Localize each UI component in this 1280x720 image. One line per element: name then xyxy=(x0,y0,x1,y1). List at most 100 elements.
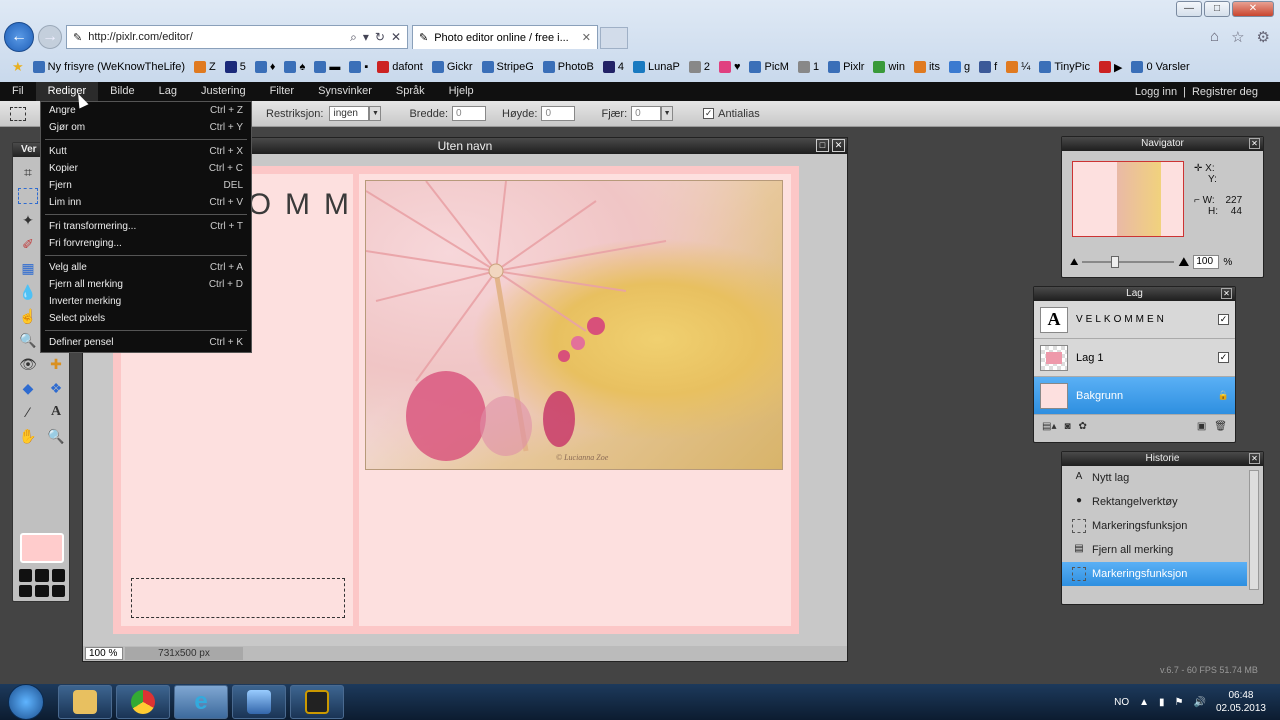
maximize-button[interactable]: □ xyxy=(1204,1,1230,17)
history-item[interactable]: Markeringsfunksjon xyxy=(1062,562,1247,586)
edit-menu-item[interactable]: Kopier Ctrl + C xyxy=(41,160,251,177)
zoom-input[interactable]: 100 % xyxy=(85,647,123,660)
gradient-tool-icon[interactable]: ▦ xyxy=(15,257,41,279)
zoom-slider-knob[interactable] xyxy=(1110,256,1119,268)
menu-justering[interactable]: Justering xyxy=(189,82,258,101)
history-item[interactable]: ● Rektangelverktøy xyxy=(1062,490,1247,514)
favorite-link[interactable]: StripeG xyxy=(481,61,534,73)
favorite-link[interactable]: TinyPic xyxy=(1039,61,1090,73)
stop-icon[interactable]: ✕ xyxy=(391,30,401,45)
navigator-close-icon[interactable]: ✕ xyxy=(1249,138,1260,149)
height-input[interactable]: 0 xyxy=(541,106,576,121)
layer-settings-icon[interactable]: ▤▴ xyxy=(1042,421,1056,432)
crop-tool-icon[interactable]: ⌗ xyxy=(15,161,41,183)
menu-sprak[interactable]: Språk xyxy=(384,82,437,101)
gear-icon[interactable]: ⚙ xyxy=(1257,28,1270,46)
home-icon[interactable]: ⌂ xyxy=(1210,28,1219,46)
favorite-link[interactable]: ♠ xyxy=(284,61,305,73)
navigator-titlebar[interactable]: Navigator ✕ xyxy=(1062,137,1263,151)
volume-icon[interactable]: 🔊 xyxy=(1193,697,1205,708)
back-button[interactable]: ← xyxy=(4,22,34,52)
tray-arrow-icon[interactable]: ▲ xyxy=(1139,697,1149,708)
address-bar[interactable]: ✎ http://pixlr.com/editor/ ⌕ ▾ ↻ ✕ xyxy=(66,25,408,49)
edit-menu-item[interactable]: Lim inn Ctrl + V xyxy=(41,194,251,211)
close-doc-icon[interactable]: ✕ xyxy=(832,139,845,152)
edit-menu-item[interactable]: Fjern DEL xyxy=(41,177,251,194)
tab-pixlr[interactable]: ✎ Photo editor online / free i... ✕ xyxy=(412,25,598,49)
favorite-link[interactable]: Pixlr xyxy=(828,61,864,73)
favorite-link[interactable]: ▬ xyxy=(314,61,340,73)
picker-tool-icon[interactable]: ⁄ xyxy=(15,401,41,423)
width-input[interactable]: 0 xyxy=(452,106,486,121)
maximize-doc-icon[interactable]: □ xyxy=(816,139,829,152)
favorite-link[interactable]: ♦ xyxy=(254,61,275,73)
close-tab-icon[interactable]: ✕ xyxy=(582,31,591,44)
favorite-link[interactable]: its xyxy=(913,61,940,73)
zoom-in-icon[interactable]: ⛰ xyxy=(1178,254,1189,270)
layer-mask-icon[interactable]: ◙ xyxy=(1064,421,1070,432)
delete-layer-icon[interactable]: 🗑 xyxy=(1214,421,1227,432)
marquee-tool-icon[interactable] xyxy=(10,106,26,121)
layers-close-icon[interactable]: ✕ xyxy=(1221,288,1232,299)
menu-filter[interactable]: Filter xyxy=(258,82,306,101)
favorite-link[interactable]: 2 xyxy=(688,61,710,73)
favorite-link[interactable]: Gickr xyxy=(431,61,473,73)
layer-row[interactable]: A VELKOMMEN ✓ xyxy=(1034,301,1235,339)
star-icon[interactable]: ☆ xyxy=(1231,28,1244,46)
menu-lag[interactable]: Lag xyxy=(147,82,189,101)
new-tab-button[interactable] xyxy=(600,27,628,49)
edit-menu-item[interactable]: Fri transformering... Ctrl + T xyxy=(41,218,251,235)
favorite-link[interactable]: PhotoB xyxy=(542,61,594,73)
close-window-button[interactable]: ✕ xyxy=(1232,1,1274,17)
redeye-tool-icon[interactable]: 👁 xyxy=(15,353,41,375)
register-link[interactable]: Registrer deg xyxy=(1192,86,1258,98)
text-tool-icon[interactable]: A xyxy=(43,401,69,423)
taskbar-ie[interactable]: e xyxy=(174,685,228,719)
favorite-link[interactable]: 4 xyxy=(602,61,624,73)
layer-visibility-checkbox[interactable]: ✓ xyxy=(1218,314,1229,325)
taskbar-chrome[interactable] xyxy=(116,685,170,719)
favorite-link[interactable]: ♥ xyxy=(718,61,740,73)
restriction-value[interactable]: ingen xyxy=(329,106,370,121)
edit-menu-item[interactable]: Gjør om Ctrl + Y xyxy=(41,119,251,136)
edit-menu-item[interactable]: Velg alle Ctrl + A xyxy=(41,259,251,276)
login-link[interactable]: Logg inn xyxy=(1135,86,1177,98)
dropdown-icon[interactable]: ▾ xyxy=(363,30,369,45)
zoom-dodge-tool-icon[interactable]: 🔍 xyxy=(15,329,41,351)
edit-menu-item[interactable]: Kutt Ctrl + X xyxy=(41,143,251,160)
hand-tool-icon[interactable]: ✋ xyxy=(15,425,41,447)
layer-row[interactable]: Bakgrunn 🔒 xyxy=(1034,377,1235,415)
restriction-dropdown[interactable]: ▼ xyxy=(369,106,382,121)
lock-icon[interactable]: 🔒 xyxy=(1218,390,1229,401)
zoom-out-icon[interactable]: ⛰ xyxy=(1070,257,1078,268)
feather-input[interactable]: 0 xyxy=(631,106,662,121)
wand-tool-icon[interactable]: ✦ xyxy=(15,209,41,231)
favorite-link[interactable]: ▪ xyxy=(349,61,368,73)
patch-tool-icon[interactable]: ✚ xyxy=(43,353,69,375)
favorite-link[interactable]: 5 xyxy=(224,61,246,73)
menu-fil[interactable]: Fil xyxy=(0,82,36,101)
menu-bilde[interactable]: Bilde xyxy=(98,82,146,101)
edit-menu-item[interactable]: Fri forvrenging... xyxy=(41,235,251,252)
menu-synsvinker[interactable]: Synsvinker xyxy=(306,82,384,101)
navigator-thumbnail[interactable] xyxy=(1072,161,1184,237)
minimize-button[interactable]: — xyxy=(1176,1,1202,17)
pinch-tool-icon[interactable]: ❖ xyxy=(43,377,69,399)
layer-row[interactable]: Lag 1 ✓ xyxy=(1034,339,1235,377)
navigator-zoom-input[interactable]: 100 xyxy=(1193,255,1220,269)
favorite-link[interactable]: f xyxy=(979,61,997,73)
favorite-link[interactable]: LunaP xyxy=(633,61,680,73)
antialias-checkbox[interactable]: ✓ xyxy=(703,108,715,119)
favorite-link[interactable]: 0 Varsler xyxy=(1131,61,1190,73)
layer-visibility-checkbox[interactable]: ✓ xyxy=(1218,352,1229,363)
favorite-link[interactable]: win xyxy=(873,61,905,73)
taskbar-paint[interactable] xyxy=(232,685,286,719)
favorite-link[interactable]: dafont xyxy=(377,61,423,73)
clock[interactable]: 06:48 02.05.2013 xyxy=(1216,689,1266,715)
feather-dropdown[interactable]: ▼ xyxy=(661,106,674,121)
history-item[interactable]: Markeringsfunksjon xyxy=(1062,514,1247,538)
history-close-icon[interactable]: ✕ xyxy=(1249,453,1260,464)
refresh-icon[interactable]: ↻ xyxy=(375,30,385,45)
taskbar-explorer[interactable] xyxy=(58,685,112,719)
history-titlebar[interactable]: Historie ✕ xyxy=(1062,452,1263,466)
